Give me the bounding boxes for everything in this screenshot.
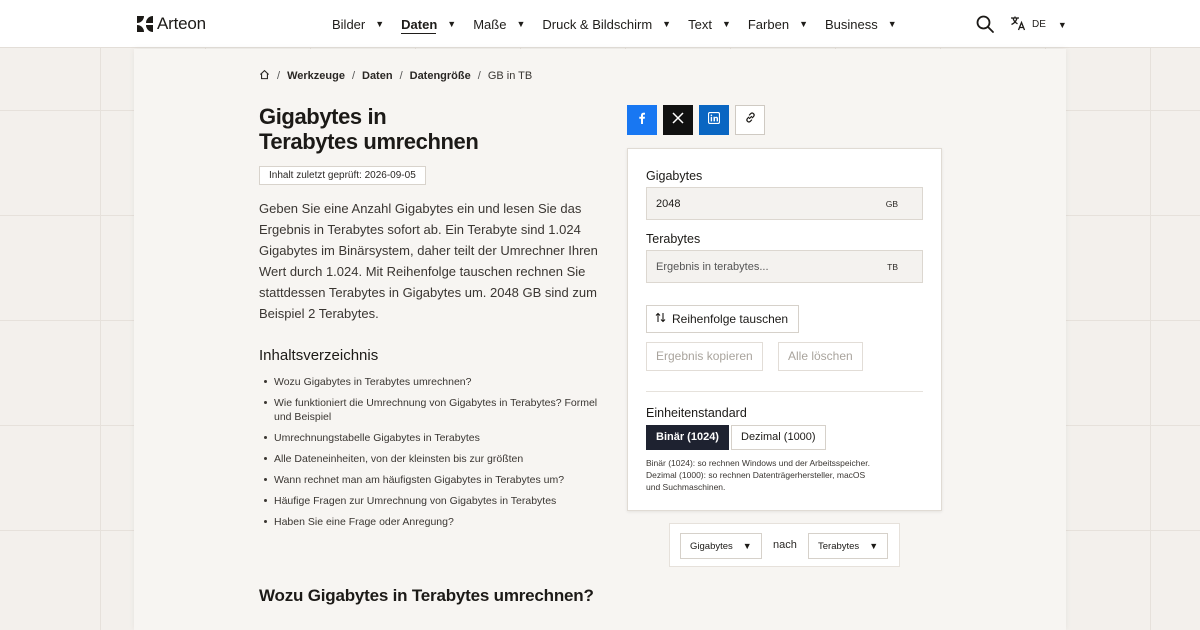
to-unit-value: Terabytes (818, 540, 860, 552)
logo-text: Arteon (157, 14, 206, 33)
nav-item-farben[interactable]: Farben ▼ (748, 0, 808, 48)
to-unit: TB (887, 262, 898, 272)
logo[interactable]: Arteon (137, 14, 206, 34)
breadcrumb-separator: / (351, 70, 355, 82)
swap-order-label: Reihenfolge tauschen (672, 312, 789, 326)
decimal-standard-option[interactable]: Dezimal (1000) (731, 425, 826, 450)
copy-link-button[interactable] (735, 105, 765, 135)
from-unit: GB (885, 199, 898, 209)
nav-item-label: Druck & Bildschirm (542, 16, 653, 32)
share-x-button[interactable] (663, 105, 693, 135)
terabytes-input[interactable] (647, 251, 877, 282)
chevron-down-icon: ▼ (721, 19, 731, 29)
nav-item-bilder[interactable]: Bilder ▼ (332, 0, 384, 48)
nav-item-label: Business (824, 16, 878, 32)
breadcrumb-item[interactable]: Werkzeuge (287, 70, 345, 82)
nav-item-daten[interactable]: Daten ▼ (401, 0, 456, 48)
x-icon (672, 111, 684, 129)
chevron-down-icon: ▼ (887, 19, 897, 29)
table-of-contents: Wozu Gigabytes in Terabytes umrechnen? W… (264, 375, 604, 536)
share-buttons (627, 105, 765, 135)
chevron-down-icon: ▼ (447, 19, 457, 29)
nav-item-druck-bildschirm[interactable]: Druck & Bildschirm ▼ (542, 0, 671, 48)
logo-mark-icon (137, 16, 153, 32)
toc-item[interactable]: Haben Sie eine Frage oder Anregung? (264, 515, 604, 529)
chevron-down-icon: ▼ (375, 19, 385, 29)
to-label: Terabytes (646, 232, 701, 246)
from-label: Gigabytes (646, 169, 703, 183)
unit-standard-note: Binär (1024): so rechnen Windows und der… (646, 457, 926, 493)
from-unit-select[interactable]: Gigabytes ▼ (680, 533, 762, 559)
nav-item-business[interactable]: Business ▼ (825, 0, 897, 48)
breadcrumb-current: GB in TB (487, 70, 533, 82)
chevron-down-icon: ▼ (742, 541, 752, 551)
breadcrumb: / Werkzeuge / Daten / Datengröße / GB in… (259, 69, 532, 83)
unit-standard-label: Einheitenstandard (646, 406, 747, 420)
breadcrumb-separator: / (399, 70, 403, 82)
chevron-down-icon: ▼ (516, 19, 526, 29)
from-field: GB (646, 187, 923, 220)
section-heading: Wozu Gigabytes in Terabytes umrechnen? (259, 586, 594, 605)
breadcrumb-separator: / (277, 70, 281, 82)
nav-item-masse[interactable]: Maße ▼ (473, 0, 525, 48)
home-icon[interactable] (259, 69, 270, 83)
main-nav: Bilder ▼ Daten ▼ Maße ▼ Druck & Bildschi… (332, 0, 914, 48)
divider (646, 391, 923, 392)
nav-item-label: Farben (747, 16, 790, 32)
search-icon[interactable] (975, 14, 995, 34)
toc-title: Inhaltsverzeichnis (259, 347, 379, 364)
converter-card: Gigabytes GB Terabytes TB Reihenfolge ta… (627, 148, 942, 511)
toc-item[interactable]: Wie funktioniert die Umrechnung von Giga… (264, 396, 604, 424)
unit-selector-row: Gigabytes ▼ nach Terabytes ▼ (669, 523, 900, 567)
copy-result-button[interactable]: Ergebnis kopieren (646, 342, 763, 371)
page-title-line2: Terabytes umrechnen (259, 129, 479, 154)
page-title: Gigabytes in Terabytes umrechnen (259, 104, 579, 154)
toc-item[interactable]: Alle Dateneinheiten, von der kleinsten b… (264, 452, 604, 466)
breadcrumb-item[interactable]: Datengröße (410, 70, 471, 82)
share-facebook-button[interactable] (627, 105, 657, 135)
from-unit-value: Gigabytes (690, 540, 733, 552)
nav-item-text[interactable]: Text ▼ (688, 0, 731, 48)
chevron-down-icon: ▼ (869, 541, 879, 551)
toc-item[interactable]: Umrechnungstabelle Gigabytes in Terabyte… (264, 431, 604, 445)
to-unit-select[interactable]: Terabytes ▼ (808, 533, 889, 559)
nav-item-label: Daten (401, 16, 438, 32)
link-icon (744, 111, 757, 129)
nav-item-label: Bilder (332, 16, 366, 32)
language-code: DE (1032, 19, 1046, 30)
gigabytes-input[interactable] (647, 188, 877, 219)
breadcrumb-item[interactable]: Daten (362, 70, 393, 82)
chevron-down-icon: ▼ (662, 19, 672, 29)
facebook-icon (636, 111, 648, 129)
chevron-down-icon: ▼ (799, 19, 808, 29)
site-header: Arteon Bilder ▼ Daten ▼ Maße ▼ Druck & B… (0, 0, 1200, 48)
note-line: Binär (1024): so rechnen Windows und der… (646, 458, 870, 468)
page-title-line1: Gigabytes in (259, 104, 387, 129)
language-selector[interactable]: DE ▼ (1010, 15, 1067, 34)
reviewed-badge: Inhalt zuletzt geprüft: 2026-09-05 (259, 166, 426, 185)
toc-item[interactable]: Wann rechnet man am häufigsten Gigabytes… (264, 473, 604, 487)
toc-item[interactable]: Wozu Gigabytes in Terabytes umrechnen? (264, 375, 604, 389)
clear-all-button[interactable]: Alle löschen (778, 342, 863, 371)
nav-item-label: Maße (473, 16, 507, 32)
note-line: und Suchmaschinen. (646, 482, 726, 492)
intro-text: Geben Sie eine Anzahl Gigabytes ein und … (259, 201, 598, 321)
to-field: TB (646, 250, 923, 283)
breadcrumb-separator: / (477, 70, 481, 82)
nav-item-label: Text (688, 16, 712, 32)
active-underline (401, 33, 437, 34)
binary-standard-option[interactable]: Binär (1024) (646, 425, 729, 450)
linkedin-icon (707, 111, 721, 129)
connector-text: nach (773, 539, 797, 551)
note-line: Dezimal (1000): so rechnen Datenträgerhe… (646, 470, 866, 480)
swap-order-button[interactable]: Reihenfolge tauschen (646, 305, 800, 333)
toc-item[interactable]: Häufige Fragen zur Umrechnung von Gigaby… (264, 494, 604, 508)
swap-icon (655, 312, 666, 326)
translate-icon (1010, 15, 1026, 34)
share-linkedin-button[interactable] (699, 105, 729, 135)
chevron-down-icon: ▼ (1057, 19, 1067, 30)
